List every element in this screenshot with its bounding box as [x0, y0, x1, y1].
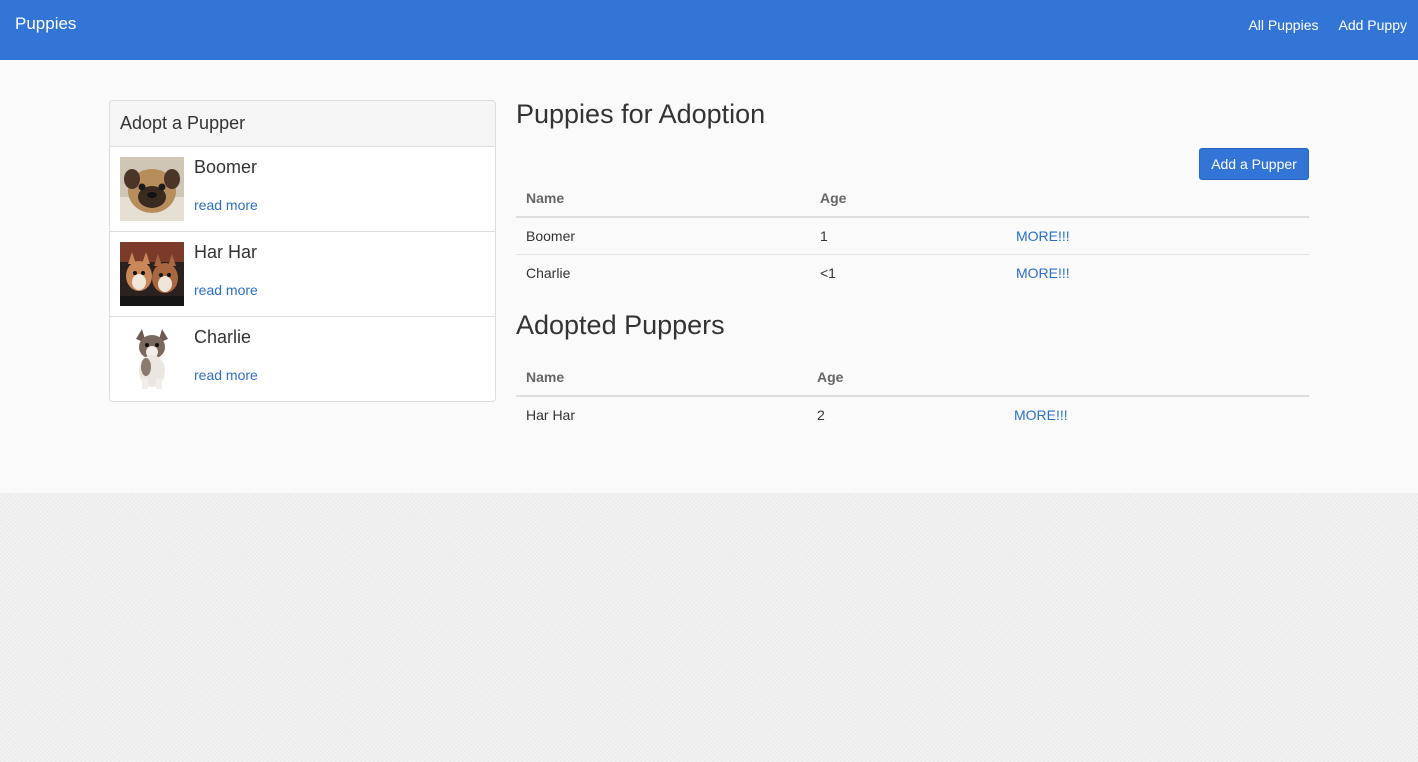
list-item: Charlie read more	[110, 317, 495, 401]
brand-link[interactable]: Puppies	[15, 14, 76, 34]
more-link[interactable]: MORE!!!	[1016, 265, 1070, 281]
cell-age: <1	[820, 265, 836, 281]
column-header-age: Age	[807, 359, 1004, 397]
list-item: Boomer read more	[110, 147, 495, 232]
read-more-link[interactable]: read more	[194, 366, 258, 384]
table-row: Charlie <1 MORE!!!	[516, 255, 1309, 292]
puppy-name: Charlie	[194, 327, 252, 347]
cell-age: 1	[810, 217, 1006, 255]
column-header-name: Name	[516, 359, 807, 397]
read-more-link[interactable]: read more	[194, 196, 258, 214]
adoption-table: Name Age Boomer 1 MORE!!! Charlie <1 MOR…	[516, 180, 1309, 291]
adoption-title: Puppies for Adoption	[516, 99, 766, 129]
read-more-link[interactable]: read more	[194, 281, 258, 299]
column-header-actions	[1006, 180, 1309, 218]
nav-all-puppies[interactable]: All Puppies	[1248, 16, 1318, 34]
table-header-row: Name Age	[516, 180, 1309, 218]
column-header-actions	[1004, 359, 1309, 397]
table-header-row: Name Age	[516, 359, 1309, 397]
list-item: Har Har read more	[110, 232, 495, 317]
pug-puppy-photo	[120, 157, 184, 221]
puppy-name: Boomer	[194, 157, 258, 177]
adopt-panel: Adopt a Pupper Boomer read more Har Har …	[109, 100, 496, 402]
more-link[interactable]: MORE!!!	[1016, 228, 1070, 244]
cell-name: Har Har	[526, 407, 576, 423]
column-header-name: Name	[516, 180, 810, 218]
column-header-age: Age	[810, 180, 1006, 218]
panel-title: Adopt a Pupper	[110, 101, 495, 147]
navbar: Puppies All Puppies Add Puppy	[0, 0, 1418, 60]
corgi-puppies-photo	[120, 242, 184, 306]
more-link[interactable]: MORE!!!	[1014, 407, 1068, 423]
table-row: Har Har 2 MORE!!!	[516, 396, 1309, 433]
nav-add-puppy[interactable]: Add Puppy	[1339, 16, 1408, 34]
cell-name: Boomer	[516, 217, 810, 255]
adopted-table: Name Age Har Har 2 MORE!!!	[516, 359, 1309, 433]
cell-name: Charlie	[526, 265, 571, 281]
adopted-title: Adopted Puppers	[516, 310, 725, 340]
nav-links: All Puppies Add Puppy	[1248, 16, 1407, 34]
add-pupper-button[interactable]: Add a Pupper	[1199, 148, 1309, 180]
puppy-name: Har Har	[194, 242, 258, 262]
cell-age: 2	[817, 407, 825, 423]
table-row: Boomer 1 MORE!!!	[516, 217, 1309, 255]
chihuahua-puppy-photo	[120, 327, 184, 391]
